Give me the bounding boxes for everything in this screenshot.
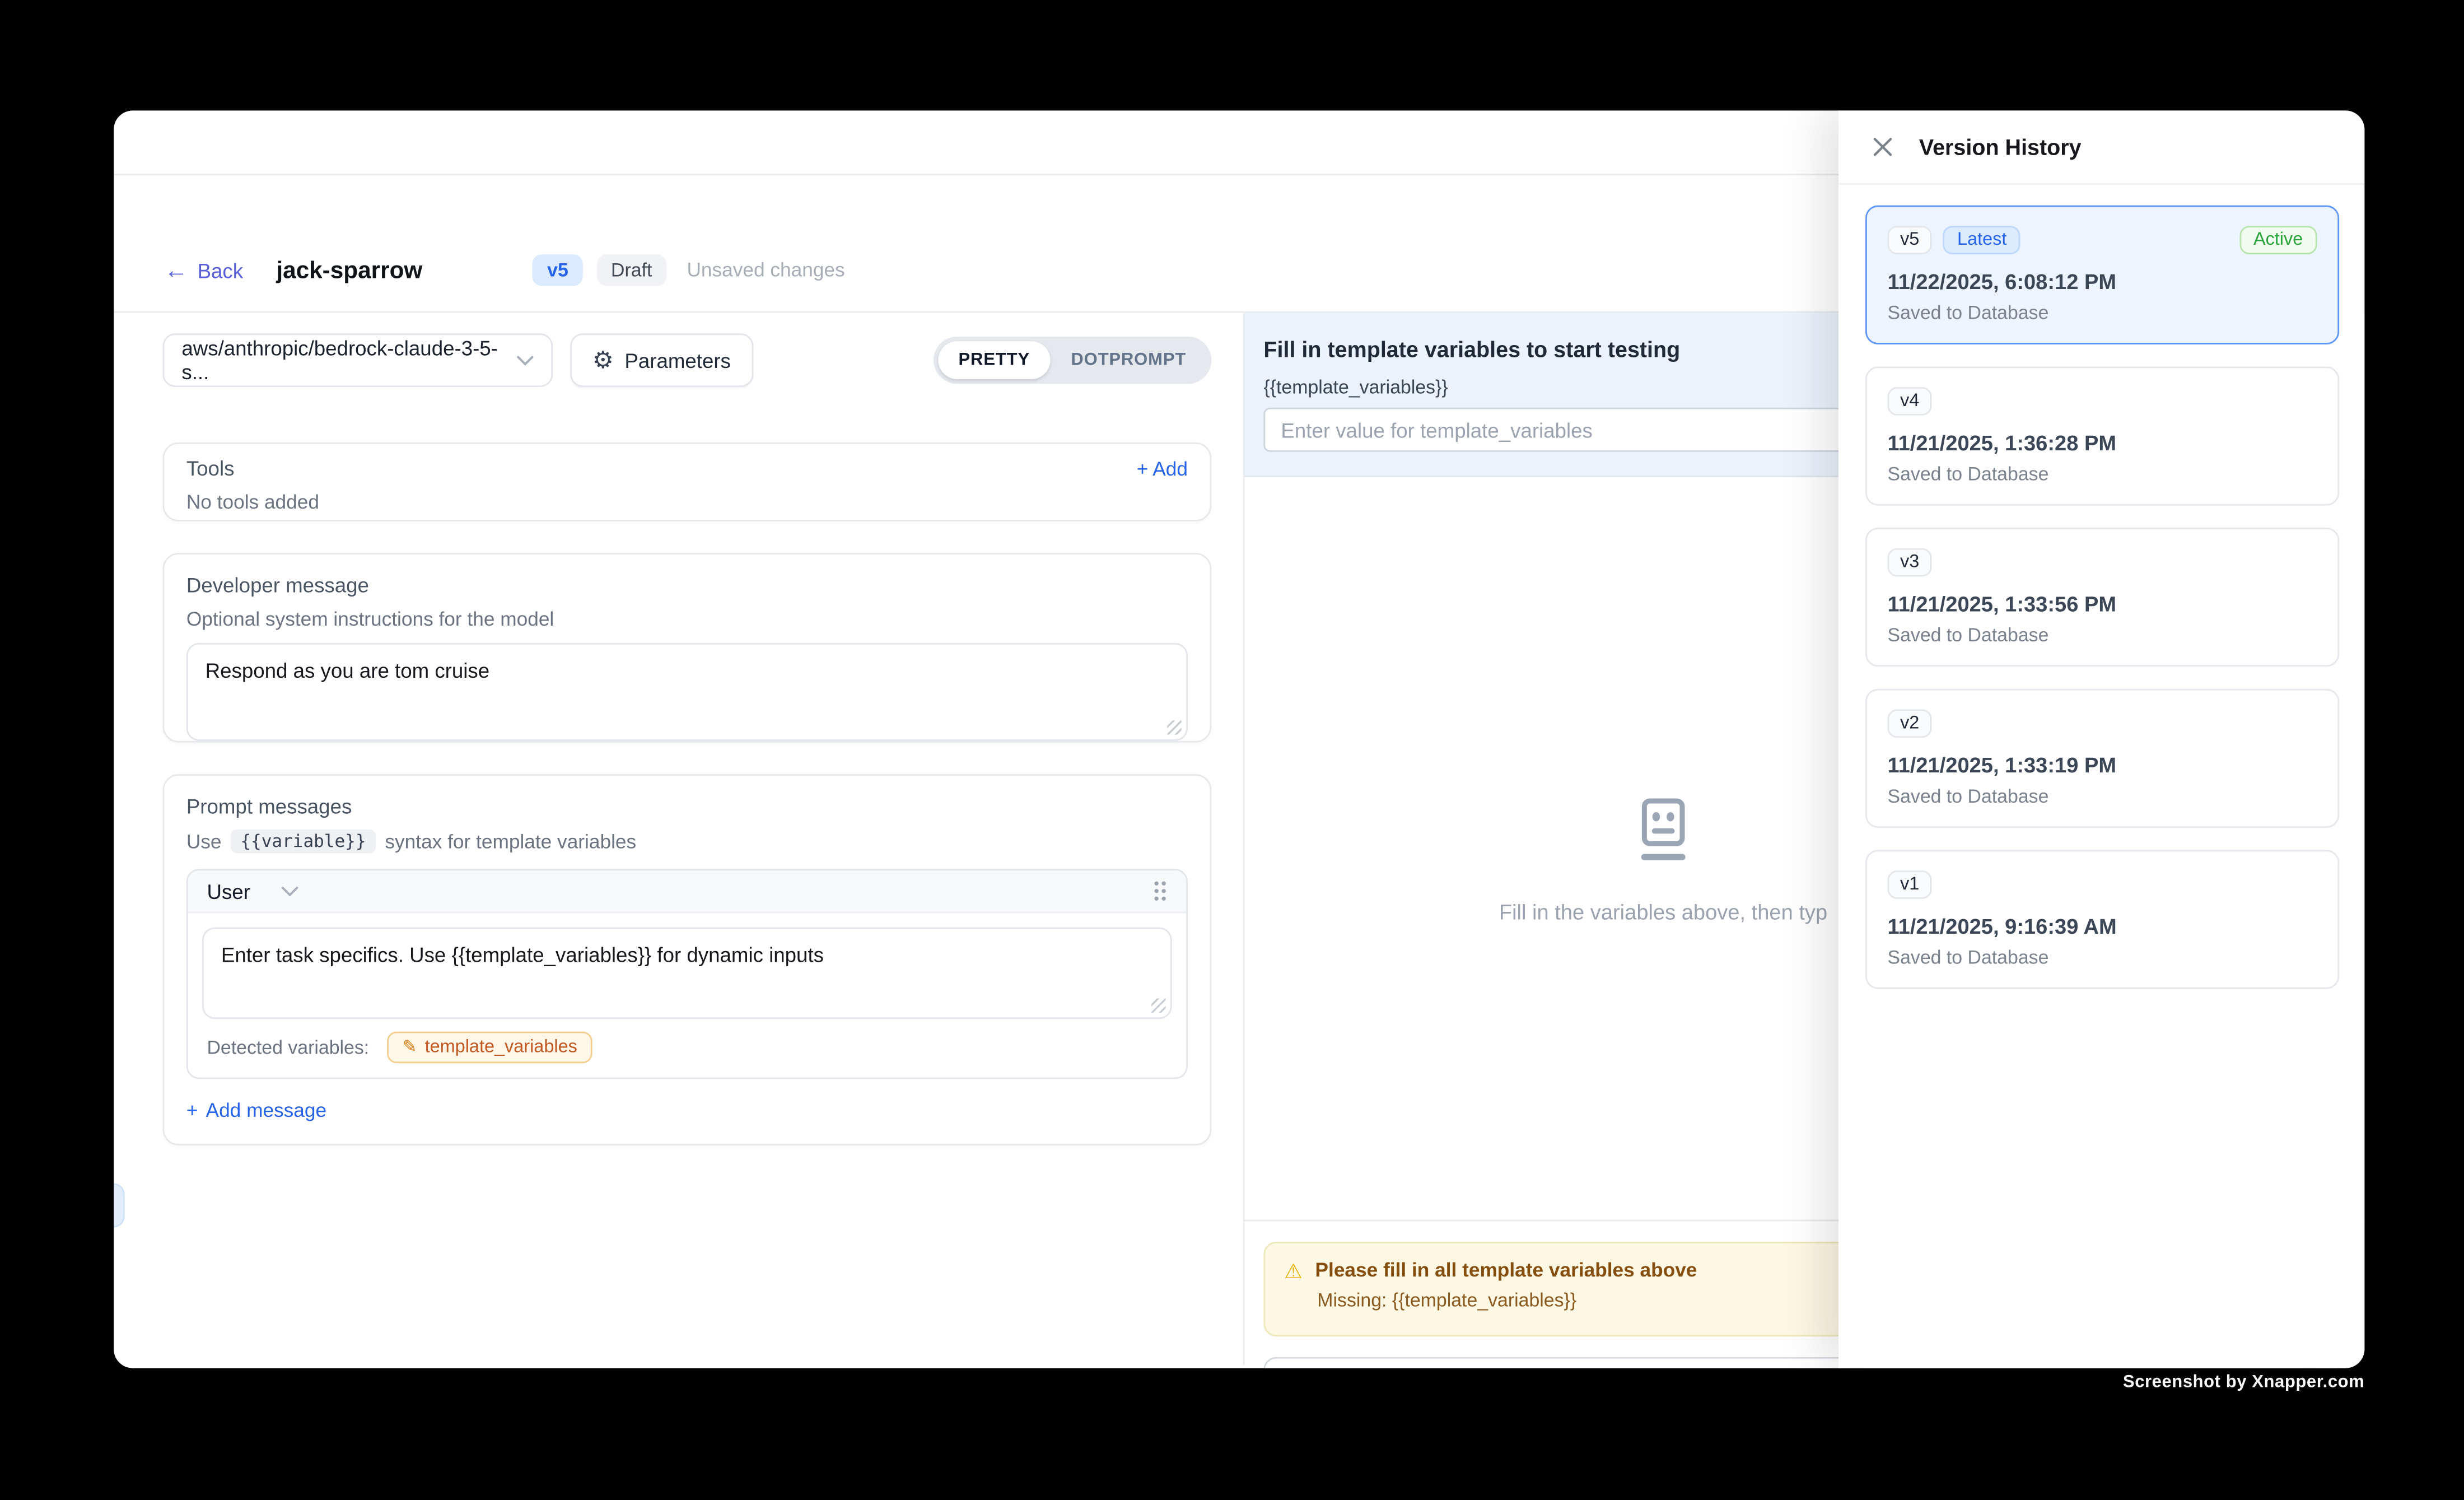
detected-variable-name: template_variables xyxy=(425,1038,577,1057)
version-card-v1[interactable]: v1 11/21/2025, 9:16:39 AM Saved to Datab… xyxy=(1865,850,2339,989)
version-status: Saved to Database xyxy=(1888,946,2317,968)
version-status: Saved to Database xyxy=(1888,302,2317,324)
chevron-down-icon xyxy=(516,355,534,366)
resize-grip-icon[interactable] xyxy=(1167,720,1181,734)
toggle-option-dotprompt[interactable]: DOTPROMPT xyxy=(1051,341,1207,379)
prompt-messages-subtitle: Use {{variable}} syntax for template var… xyxy=(186,830,1188,853)
user-message-input[interactable]: Enter task specifics. Use {{template_var… xyxy=(202,928,1172,1019)
subtitle-suffix: syntax for template variables xyxy=(385,830,636,852)
message-header: User xyxy=(188,870,1187,913)
edge-peek-toast xyxy=(114,1184,125,1228)
version-status: Saved to Database xyxy=(1888,463,2317,485)
version-status: Saved to Database xyxy=(1888,624,2317,646)
version-number-badge: v5 xyxy=(1888,226,1932,254)
conversation-empty-state: Fill in the variables above, then typ xyxy=(1499,796,1827,924)
pencil-icon: ✎ xyxy=(402,1038,417,1056)
active-badge: Active xyxy=(2239,226,2317,254)
draft-badge: Draft xyxy=(597,254,666,286)
back-label: Back xyxy=(198,258,244,282)
tools-section: Tools + Add No tools added xyxy=(163,442,1212,521)
drag-handle-icon[interactable] xyxy=(1153,880,1167,902)
version-number-badge: v1 xyxy=(1888,870,1932,899)
version-history-title: Version History xyxy=(1919,134,2082,160)
empty-state-hint: Fill in the variables above, then typ xyxy=(1499,901,1827,924)
version-timestamp: 11/21/2025, 1:33:56 PM xyxy=(1888,593,2317,616)
parameters-button[interactable]: ⚙ Parameters xyxy=(570,333,753,387)
detected-variable-chip[interactable]: ✎ template_variables xyxy=(386,1032,593,1063)
version-badge: v5 xyxy=(533,254,582,286)
prompt-messages-title: Prompt messages xyxy=(186,795,1188,818)
version-history-list: v5 Latest Active 11/22/2025, 6:08:12 PM … xyxy=(1838,185,2364,989)
version-number-badge: v2 xyxy=(1888,709,1932,738)
version-timestamp: 11/22/2025, 6:08:12 PM xyxy=(1888,270,2317,294)
page-title: jack-sparrow xyxy=(276,257,422,283)
add-message-button[interactable]: + Add message xyxy=(186,1100,1188,1121)
subtitle-prefix: Use xyxy=(186,830,222,852)
message-role-select[interactable]: User xyxy=(207,879,250,903)
toggle-option-pretty[interactable]: PRETTY xyxy=(938,341,1051,379)
version-card-v2[interactable]: v2 11/21/2025, 1:33:19 PM Saved to Datab… xyxy=(1865,689,2339,828)
chevron-down-icon[interactable] xyxy=(282,886,299,897)
add-message-label: Add message xyxy=(206,1100,327,1121)
model-select-value: aws/anthropic/bedrock-claude-3-5-s... xyxy=(181,337,516,384)
model-toolbar: aws/anthropic/bedrock-claude-3-5-s... ⚙ … xyxy=(163,333,1212,387)
gear-icon: ⚙ xyxy=(592,348,614,372)
developer-message-input[interactable]: Respond as you are tom cruise xyxy=(186,643,1188,741)
developer-message-section: Developer message Optional system instru… xyxy=(163,553,1212,742)
prompt-editor-panel: aws/anthropic/bedrock-claude-3-5-s... ⚙ … xyxy=(114,313,1244,1364)
version-history-panel: Version History v5 Latest Active 11/22/2… xyxy=(1838,110,2364,1368)
latest-badge: Latest xyxy=(1943,226,2021,254)
message-body: Enter task specifics. Use {{template_var… xyxy=(188,913,1187,1077)
warning-icon: ⚠ xyxy=(1284,1260,1303,1280)
back-arrow-icon: ← xyxy=(164,258,188,282)
bot-icon xyxy=(1632,796,1695,863)
resize-grip-icon[interactable] xyxy=(1151,999,1165,1013)
variable-syntax-chip: {{variable}} xyxy=(231,830,375,853)
detected-variables-row: Detected variables: ✎ template_variables xyxy=(202,1032,1172,1063)
xnapper-watermark: Screenshot by Xnapper.com xyxy=(2123,1373,2364,1392)
model-select[interactable]: aws/anthropic/bedrock-claude-3-5-s... xyxy=(163,333,553,387)
parameters-label: Parameters xyxy=(624,348,731,372)
tools-title: Tools xyxy=(186,456,235,480)
message-block: User xyxy=(186,869,1188,1079)
detected-variables-label: Detected variables: xyxy=(207,1036,369,1058)
screenshot-canvas: ← Back jack-sparrow v5 Draft Unsaved cha… xyxy=(0,0,2464,1500)
add-tool-button[interactable]: + Add xyxy=(1137,458,1188,479)
warning-title: Please fill in all template variables ab… xyxy=(1315,1259,1697,1281)
version-history-header: Version History xyxy=(1838,110,2364,185)
developer-message-subtitle: Optional system instructions for the mod… xyxy=(186,608,1188,630)
close-icon[interactable] xyxy=(1872,136,1893,158)
format-toggle: PRETTY DOTPROMPT xyxy=(933,337,1211,384)
version-card-v3[interactable]: v3 11/21/2025, 1:33:56 PM Saved to Datab… xyxy=(1865,528,2339,667)
plus-icon: + xyxy=(186,1100,198,1121)
tools-empty-text: No tools added xyxy=(186,491,1188,513)
version-number-badge: v4 xyxy=(1888,387,1932,416)
version-card-v5[interactable]: v5 Latest Active 11/22/2025, 6:08:12 PM … xyxy=(1865,206,2339,344)
version-timestamp: 11/21/2025, 1:33:19 PM xyxy=(1888,753,2317,777)
back-button[interactable]: ← Back xyxy=(164,258,243,282)
version-number-badge: v3 xyxy=(1888,548,1932,577)
version-status: Saved to Database xyxy=(1888,785,2317,807)
add-tool-label: Add xyxy=(1152,458,1188,479)
version-card-v4[interactable]: v4 11/21/2025, 1:36:28 PM Saved to Datab… xyxy=(1865,366,2339,505)
version-timestamp: 11/21/2025, 1:36:28 PM xyxy=(1888,431,2317,455)
unsaved-changes-text: Unsaved changes xyxy=(687,259,844,281)
developer-message-title: Developer message xyxy=(186,574,1188,597)
prompt-messages-section: Prompt messages Use {{variable}} syntax … xyxy=(163,774,1212,1145)
version-timestamp: 11/21/2025, 9:16:39 AM xyxy=(1888,915,2317,938)
plus-icon: + xyxy=(1137,458,1149,479)
